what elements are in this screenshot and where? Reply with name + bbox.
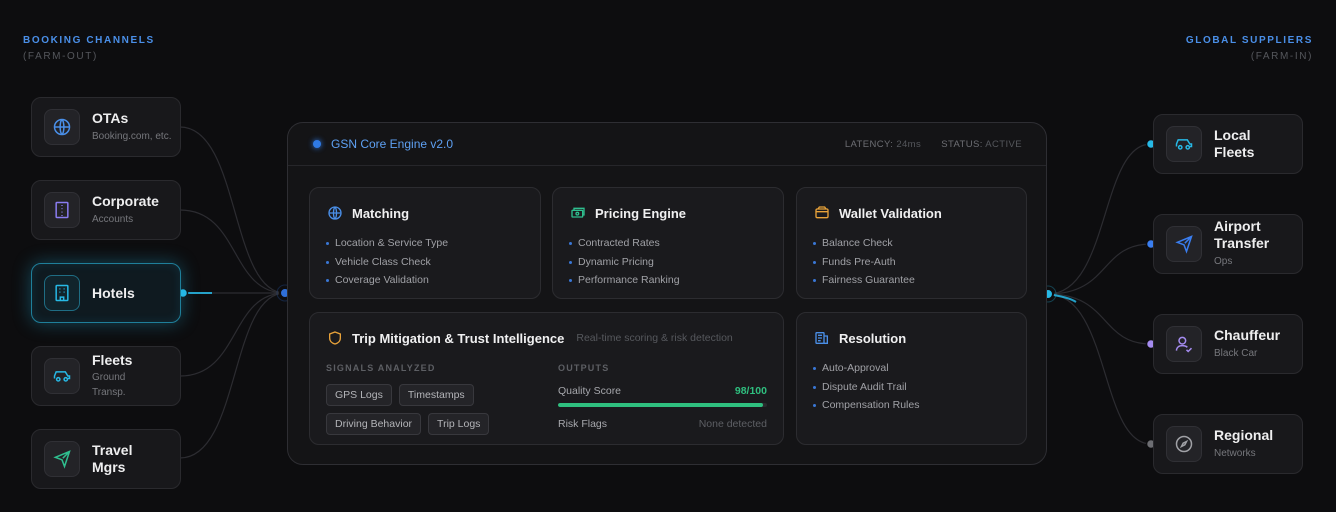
engine-header: GSN Core Engine v2.0 LATENCY: 24ms STATU… bbox=[288, 123, 1046, 166]
quality-score-fill bbox=[558, 403, 763, 407]
list-item: Auto-Approval bbox=[813, 359, 1010, 378]
supplier-subtitle: Ops bbox=[1214, 256, 1233, 268]
supplier-title: Chauffeur bbox=[1214, 326, 1281, 343]
list-item: Coverage Validation bbox=[326, 271, 524, 290]
global-suppliers-subtitle: (FARM-IN) bbox=[1250, 51, 1313, 62]
quality-score-row: Quality Score 98/100 bbox=[558, 385, 767, 397]
booking-channels-title: BOOKING CHANNELS bbox=[23, 35, 155, 46]
supplier-card-local-fleets[interactable]: Local Fleets bbox=[1153, 114, 1303, 174]
module-wallet-validation[interactable]: Wallet Validation Balance Check Funds Pr… bbox=[796, 187, 1027, 299]
module-title: Wallet Validation bbox=[839, 205, 942, 221]
compass-icon bbox=[1166, 426, 1202, 462]
supplier-title: Regional bbox=[1214, 426, 1274, 443]
channel-card-hotels[interactable]: Hotels bbox=[31, 263, 181, 323]
booking-channels-header: BOOKING CHANNELS (FARM-OUT) bbox=[23, 33, 155, 65]
document-icon bbox=[813, 329, 831, 347]
list-item: Funds Pre-Auth bbox=[813, 253, 1010, 272]
supplier-subtitle: Black Car bbox=[1214, 347, 1258, 359]
signal-tag[interactable]: Timestamps bbox=[398, 384, 474, 406]
channel-subtitle: Ground Transp. bbox=[92, 372, 126, 398]
supplier-title: Airport Transfer bbox=[1214, 218, 1270, 252]
plane-icon bbox=[1166, 226, 1202, 262]
module-title: Matching bbox=[352, 205, 410, 221]
signal-tag[interactable]: GPS Logs bbox=[326, 384, 392, 406]
global-suppliers-title: GLOBAL SUPPLIERS bbox=[1185, 35, 1313, 46]
channel-title: Travel Mgrs bbox=[92, 442, 133, 475]
supplier-card-chauffeur[interactable]: Chauffeur Black Car bbox=[1153, 314, 1303, 374]
list-item: Contracted Rates bbox=[569, 234, 767, 253]
risk-flags-row: Risk Flags None detected bbox=[558, 418, 767, 430]
supplier-card-airport-transfer[interactable]: Airport Transfer Ops bbox=[1153, 214, 1303, 274]
list-item: Location & Service Type bbox=[326, 234, 524, 253]
user-check-icon bbox=[1166, 326, 1202, 362]
channel-title: Hotels bbox=[92, 284, 135, 301]
global-suppliers-header: GLOBAL SUPPLIERS (FARM-IN) bbox=[1186, 33, 1313, 65]
risk-flags-label: Risk Flags bbox=[558, 418, 608, 430]
globe-icon bbox=[326, 204, 344, 222]
car-icon bbox=[44, 358, 80, 394]
quality-score-label: Quality Score bbox=[558, 385, 622, 397]
core-engine-panel: GSN Core Engine v2.0 LATENCY: 24ms STATU… bbox=[287, 122, 1047, 465]
module-items: Location & Service Type Vehicle Class Ch… bbox=[326, 234, 524, 290]
module-matching[interactable]: Matching Location & Service Type Vehicle… bbox=[309, 187, 541, 299]
channel-card-travel-mgrs[interactable]: Travel Mgrs bbox=[31, 429, 181, 489]
signal-tags: GPS Logs Timestamps Driving Behavior Tri… bbox=[326, 384, 526, 435]
risk-flags-value: None detected bbox=[698, 418, 767, 430]
list-item: Dynamic Pricing bbox=[569, 253, 767, 272]
car-icon bbox=[1166, 126, 1202, 162]
signal-tag[interactable]: Driving Behavior bbox=[326, 413, 422, 435]
engine-title: GSN Core Engine v2.0 bbox=[331, 137, 454, 151]
module-title: Resolution bbox=[839, 330, 907, 346]
list-item: Balance Check bbox=[813, 234, 1010, 253]
latency-value: 24ms bbox=[896, 138, 922, 150]
outputs-label: OUTPUTS bbox=[558, 363, 610, 373]
module-title: Pricing Engine bbox=[595, 205, 687, 221]
building-icon bbox=[44, 192, 80, 228]
signals-label: SIGNALS ANALYZED bbox=[326, 363, 436, 373]
channel-card-fleets[interactable]: Fleets Ground Transp. bbox=[31, 346, 181, 406]
channel-title: OTAs bbox=[92, 109, 129, 126]
list-item: Fairness Guarantee bbox=[813, 271, 1010, 290]
plane-icon bbox=[44, 441, 80, 477]
module-resolution[interactable]: Resolution Auto-Approval Dispute Audit T… bbox=[796, 312, 1027, 445]
module-title: Trip Mitigation & Trust Intelligence bbox=[352, 330, 565, 346]
engine-status-dot bbox=[313, 140, 321, 148]
shield-icon bbox=[326, 329, 344, 347]
channel-subtitle: Booking.com, etc. bbox=[92, 130, 172, 142]
list-item: Compensation Rules bbox=[813, 396, 1010, 415]
engine-meta: LATENCY: 24ms STATUS: ACTIVE bbox=[845, 139, 1022, 150]
channel-card-otas[interactable]: OTAs Booking.com, etc. bbox=[31, 97, 181, 157]
hotel-icon bbox=[44, 275, 80, 311]
globe-icon bbox=[44, 109, 80, 145]
booking-channels-subtitle: (FARM-OUT) bbox=[23, 51, 98, 62]
signal-tag[interactable]: Trip Logs bbox=[428, 413, 490, 435]
list-item: Vehicle Class Check bbox=[326, 253, 524, 272]
supplier-card-regional[interactable]: Regional Networks bbox=[1153, 414, 1303, 474]
channel-subtitle: Accounts bbox=[92, 213, 134, 225]
wallet-icon bbox=[813, 204, 831, 222]
channel-title: Corporate bbox=[92, 192, 159, 209]
status-value: ACTIVE bbox=[985, 138, 1022, 150]
status-label: STATUS: bbox=[941, 138, 983, 150]
module-items: Balance Check Funds Pre-Auth Fairness Gu… bbox=[813, 234, 1010, 290]
module-trust-intelligence[interactable]: Trip Mitigation & Trust Intelligence Rea… bbox=[309, 312, 784, 445]
latency-label: LATENCY: bbox=[844, 138, 894, 150]
module-items: Contracted Rates Dynamic Pricing Perform… bbox=[569, 234, 767, 290]
channel-card-corporate[interactable]: Corporate Accounts bbox=[31, 180, 181, 240]
module-subtitle: Real-time scoring & risk detection bbox=[576, 332, 733, 344]
supplier-subtitle: Networks bbox=[1214, 447, 1256, 459]
supplier-title: Local Fleets bbox=[1214, 127, 1255, 160]
channel-title: Fleets bbox=[92, 351, 133, 368]
list-item: Performance Ranking bbox=[569, 271, 767, 290]
module-items: Auto-Approval Dispute Audit Trail Compen… bbox=[813, 359, 1010, 415]
list-item: Dispute Audit Trail bbox=[813, 378, 1010, 397]
money-icon bbox=[569, 204, 587, 222]
module-pricing-engine[interactable]: Pricing Engine Contracted Rates Dynamic … bbox=[552, 187, 784, 299]
quality-score-value: 98/100 bbox=[734, 385, 767, 397]
quality-score-bar bbox=[558, 403, 767, 407]
